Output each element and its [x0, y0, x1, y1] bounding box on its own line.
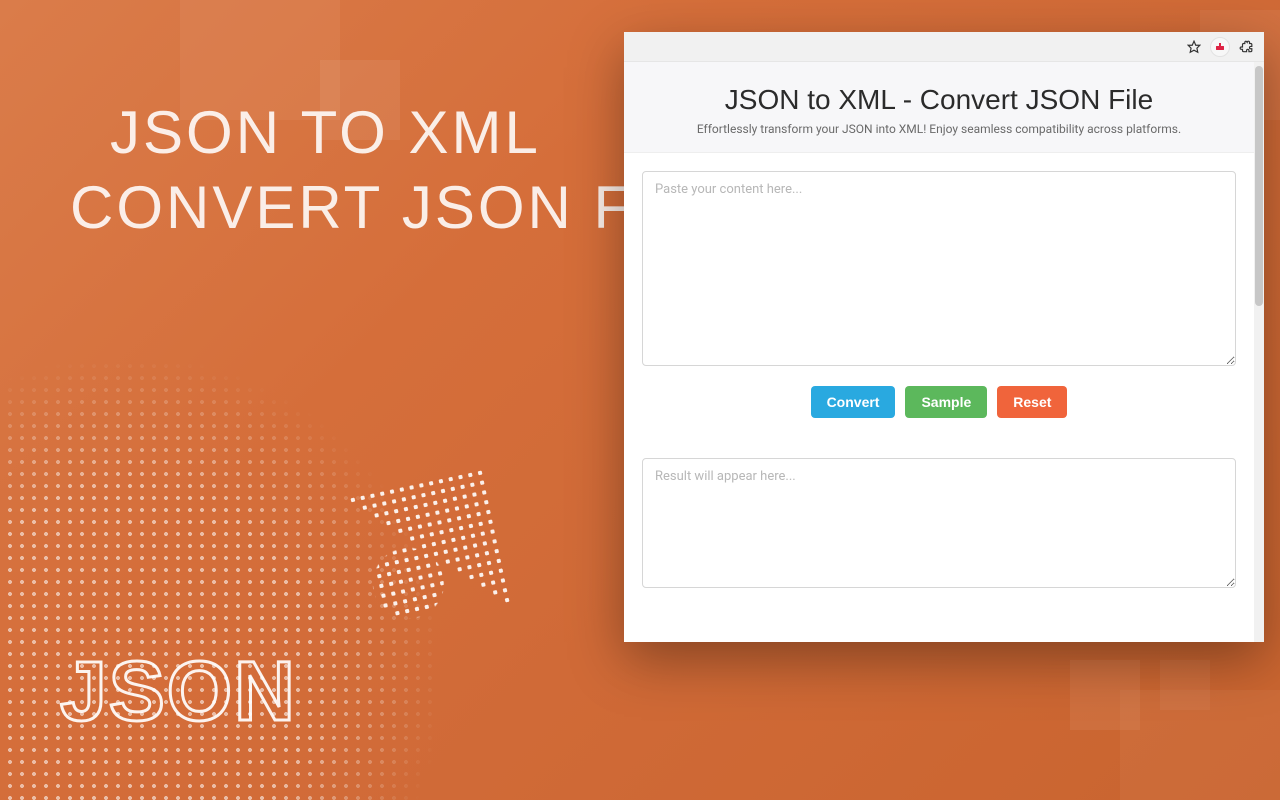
input-textarea[interactable] — [642, 171, 1236, 366]
output-textarea[interactable] — [642, 458, 1236, 588]
decor-square — [1120, 690, 1280, 800]
action-button-row: Convert Sample Reset — [624, 370, 1254, 440]
page-title: JSON to XML - Convert JSON File — [636, 84, 1242, 116]
extension-app-icon[interactable] — [1210, 37, 1230, 57]
popup-scrollbar[interactable] — [1254, 62, 1264, 642]
sample-button[interactable]: Sample — [905, 386, 987, 418]
json-wordmark: JSON — [60, 643, 297, 740]
scrollbar-thumb[interactable] — [1255, 66, 1263, 306]
star-icon[interactable] — [1184, 37, 1204, 57]
extensions-puzzle-icon[interactable] — [1236, 37, 1256, 57]
convert-button[interactable]: Convert — [811, 386, 896, 418]
dotted-arrow-icon — [347, 467, 513, 633]
browser-toolbar — [624, 32, 1264, 62]
browser-popup-window: JSON to XML - Convert JSON File Effortle… — [624, 32, 1264, 642]
page-subtitle: Effortlessly transform your JSON into XM… — [636, 122, 1242, 136]
promo-background: JSON TO XML CONVERT JSON FILE JSON JSON … — [0, 0, 1280, 800]
reset-button[interactable]: Reset — [997, 386, 1067, 418]
app-body: JSON to XML - Convert JSON File Effortle… — [624, 62, 1264, 642]
app-hero: JSON to XML - Convert JSON File Effortle… — [624, 62, 1254, 153]
